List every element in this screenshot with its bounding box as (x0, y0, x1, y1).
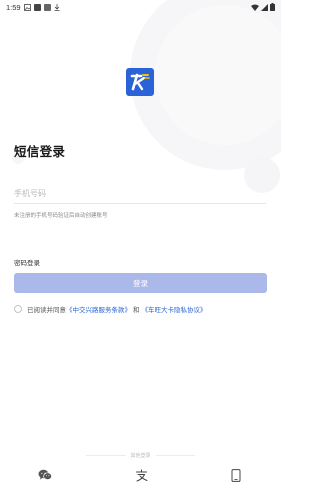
agreement-checkbox[interactable] (14, 305, 22, 313)
wechat-icon (38, 469, 52, 480)
notification-icon (33, 3, 41, 11)
wifi-icon (251, 4, 259, 11)
agreement-prefix: 已阅读并同意 (27, 307, 66, 314)
agreement-and: 和 (133, 307, 140, 314)
divider-line-left (86, 455, 126, 456)
privacy-link[interactable]: 《车旺大卡隐私协议》 (142, 304, 207, 314)
app-logo-icon (130, 73, 150, 91)
image-notification-icon (23, 3, 31, 11)
page-title: 短信登录 (14, 145, 66, 159)
register-hint: 未注册的手机号码验证后自动创建账号 (14, 213, 108, 219)
status-right (251, 3, 275, 11)
terms-link[interactable]: 《中交兴路服务条款》 (66, 304, 131, 314)
device-login-button[interactable] (229, 468, 243, 482)
battery-icon (270, 3, 275, 11)
wechat-login-button[interactable] (38, 468, 52, 482)
other-login-label: 其他登录 (130, 453, 151, 459)
status-time: 1:59 (6, 2, 21, 12)
status-bar: 1:59 (0, 0, 281, 14)
phone-device-icon (231, 468, 241, 482)
alipay-login-button[interactable] (134, 468, 148, 482)
other-login-divider: 其他登录 (86, 452, 196, 459)
app-notification-icon (43, 3, 51, 11)
password-login-link[interactable]: 密码登录 (14, 257, 40, 267)
app-logo (126, 68, 154, 96)
signal-icon (261, 3, 268, 11)
divider-line-right (155, 455, 196, 456)
login-button[interactable]: 登录 (14, 273, 267, 293)
agreement-row: 已阅读并同意 《中交兴路服务条款》 和 《车旺大卡隐私协议》 (14, 304, 207, 314)
download-icon (54, 3, 60, 11)
alipay-icon (135, 469, 147, 481)
status-left: 1:59 (6, 3, 60, 12)
phone-number-input[interactable] (14, 183, 266, 204)
